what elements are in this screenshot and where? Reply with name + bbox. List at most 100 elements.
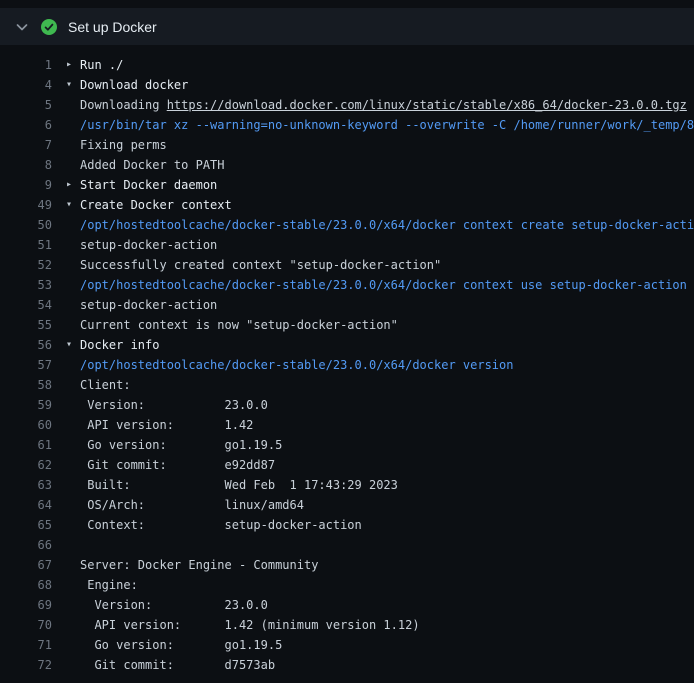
log-line-number[interactable]: 66 [0, 535, 52, 555]
log-line-content: Version: 23.0.0 [66, 595, 268, 615]
log-line: 51 setup-docker-action [0, 235, 694, 255]
log-line-number[interactable]: 71 [0, 635, 52, 655]
log-line: 8 Added Docker to PATH [0, 155, 694, 175]
log-line-content: /usr/bin/tar xz --warning=no-unknown-key… [66, 115, 694, 135]
group-collapse-icon[interactable]: ▾ [66, 195, 80, 215]
chevron-down-icon[interactable] [14, 19, 30, 35]
log-text: /opt/hostedtoolcache/docker-stable/23.0.… [80, 355, 513, 375]
log-line-number[interactable]: 54 [0, 295, 52, 315]
log-line-number[interactable]: 72 [0, 655, 52, 675]
log-line-content: Successfully created context "setup-dock… [66, 255, 441, 275]
log-url-link[interactable]: https://download.docker.com/linux/static… [167, 95, 687, 115]
log-line-number[interactable]: 67 [0, 555, 52, 575]
log-line-number[interactable]: 64 [0, 495, 52, 515]
log-line: 62 Git commit: e92dd87 [0, 455, 694, 475]
group-collapse-icon[interactable]: ▾ [66, 75, 80, 95]
log-line-number[interactable]: 53 [0, 275, 52, 295]
log-line-number[interactable]: 68 [0, 575, 52, 595]
log-line-content: ▾Docker info [66, 335, 159, 355]
log-text: Added Docker to PATH [80, 155, 225, 175]
log-line-number[interactable]: 8 [0, 155, 52, 175]
log-line-number[interactable]: 6 [0, 115, 52, 135]
log-line: 57 /opt/hostedtoolcache/docker-stable/23… [0, 355, 694, 375]
log-text: Go version: go1.19.5 [80, 635, 282, 655]
log-line-number[interactable]: 70 [0, 615, 52, 635]
log-line: 64 OS/Arch: linux/amd64 [0, 495, 694, 515]
log-line-content: ▸Run ./ [66, 55, 123, 75]
log-line: 71 Go version: go1.19.5 [0, 635, 694, 655]
log-line: 53 /opt/hostedtoolcache/docker-stable/23… [0, 275, 694, 295]
log-line-number[interactable]: 69 [0, 595, 52, 615]
log-line-number[interactable]: 7 [0, 135, 52, 155]
log-line: 5 Downloading https://download.docker.co… [0, 95, 694, 115]
log-line-number[interactable]: 51 [0, 235, 52, 255]
log-line-number[interactable]: 60 [0, 415, 52, 435]
log-line-number[interactable]: 52 [0, 255, 52, 275]
log-container[interactable]: 1 ▸Run ./ 4 ▾Download docker 5 Downloadi… [0, 45, 694, 675]
log-line-number[interactable]: 9 [0, 175, 52, 195]
log-line: 6 /usr/bin/tar xz --warning=no-unknown-k… [0, 115, 694, 135]
log-line-content: Go version: go1.19.5 [66, 435, 282, 455]
log-line-number[interactable]: 61 [0, 435, 52, 455]
group-expand-icon[interactable]: ▸ [66, 55, 80, 75]
log-line-content: API version: 1.42 (minimum version 1.12) [66, 615, 420, 635]
log-line: 50 /opt/hostedtoolcache/docker-stable/23… [0, 215, 694, 235]
log-line-content: /opt/hostedtoolcache/docker-stable/23.0.… [66, 215, 694, 235]
log-line-content: Go version: go1.19.5 [66, 635, 282, 655]
log-group-title: Docker info [80, 335, 159, 355]
log-line: 72 Git commit: d7573ab [0, 655, 694, 675]
log-line-content: Git commit: e92dd87 [66, 455, 275, 475]
log-text: API version: 1.42 [80, 415, 253, 435]
log-line-number[interactable]: 65 [0, 515, 52, 535]
log-line-content: Built: Wed Feb 1 17:43:29 2023 [66, 475, 398, 495]
group-expand-icon[interactable]: ▸ [66, 175, 80, 195]
log-line: 68 Engine: [0, 575, 694, 595]
log-group-line[interactable]: 49 ▾Create Docker context [0, 195, 694, 215]
log-line-content: Server: Docker Engine - Community [66, 555, 318, 575]
log-line-number[interactable]: 63 [0, 475, 52, 495]
log-text: setup-docker-action [80, 235, 217, 255]
log-line-number[interactable]: 55 [0, 315, 52, 335]
log-line-content: ▾Download docker [66, 75, 188, 95]
log-line-content: setup-docker-action [66, 295, 217, 315]
log-text: setup-docker-action [80, 295, 217, 315]
group-collapse-icon[interactable]: ▾ [66, 335, 80, 355]
log-text: Fixing perms [80, 135, 167, 155]
log-line-number[interactable]: 49 [0, 195, 52, 215]
log-text: Version: 23.0.0 [80, 395, 268, 415]
log-group-line[interactable]: 9 ▸Start Docker daemon [0, 175, 694, 195]
log-text: Context: setup-docker-action [80, 515, 362, 535]
log-line: 7 Fixing perms [0, 135, 694, 155]
log-line-number[interactable]: 50 [0, 215, 52, 235]
log-line: 69 Version: 23.0.0 [0, 595, 694, 615]
log-group-title: Start Docker daemon [80, 175, 217, 195]
log-line-number[interactable]: 5 [0, 95, 52, 115]
log-line: 60 API version: 1.42 [0, 415, 694, 435]
log-text: Client: [80, 375, 131, 395]
log-text: Built: Wed Feb 1 17:43:29 2023 [80, 475, 398, 495]
log-line: 63 Built: Wed Feb 1 17:43:29 2023 [0, 475, 694, 495]
log-line-content: ▸Start Docker daemon [66, 175, 217, 195]
log-line-number[interactable]: 62 [0, 455, 52, 475]
log-group-line[interactable]: 56 ▾Docker info [0, 335, 694, 355]
log-text: /usr/bin/tar xz --warning=no-unknown-key… [80, 115, 694, 135]
log-line: 59 Version: 23.0.0 [0, 395, 694, 415]
log-line-number[interactable]: 59 [0, 395, 52, 415]
log-line-content: /opt/hostedtoolcache/docker-stable/23.0.… [66, 355, 513, 375]
log-text: Current context is now "setup-docker-act… [80, 315, 398, 335]
log-line-number[interactable]: 56 [0, 335, 52, 355]
log-line-content: OS/Arch: linux/amd64 [66, 495, 304, 515]
log-line-number[interactable]: 57 [0, 355, 52, 375]
log-group-line[interactable]: 1 ▸Run ./ [0, 55, 694, 75]
log-text: API version: 1.42 (minimum version 1.12) [80, 615, 420, 635]
log-line-number[interactable]: 58 [0, 375, 52, 395]
log-group-line[interactable]: 4 ▾Download docker [0, 75, 694, 95]
log-line-content: ▾Create Docker context [66, 195, 232, 215]
log-line-content: Context: setup-docker-action [66, 515, 362, 535]
log-line-content: Client: [66, 375, 131, 395]
log-line-number[interactable]: 1 [0, 55, 52, 75]
step-header[interactable]: Set up Docker [0, 8, 694, 45]
log-line: 65 Context: setup-docker-action [0, 515, 694, 535]
log-line-number[interactable]: 4 [0, 75, 52, 95]
log-line-content: Engine: [66, 575, 138, 595]
